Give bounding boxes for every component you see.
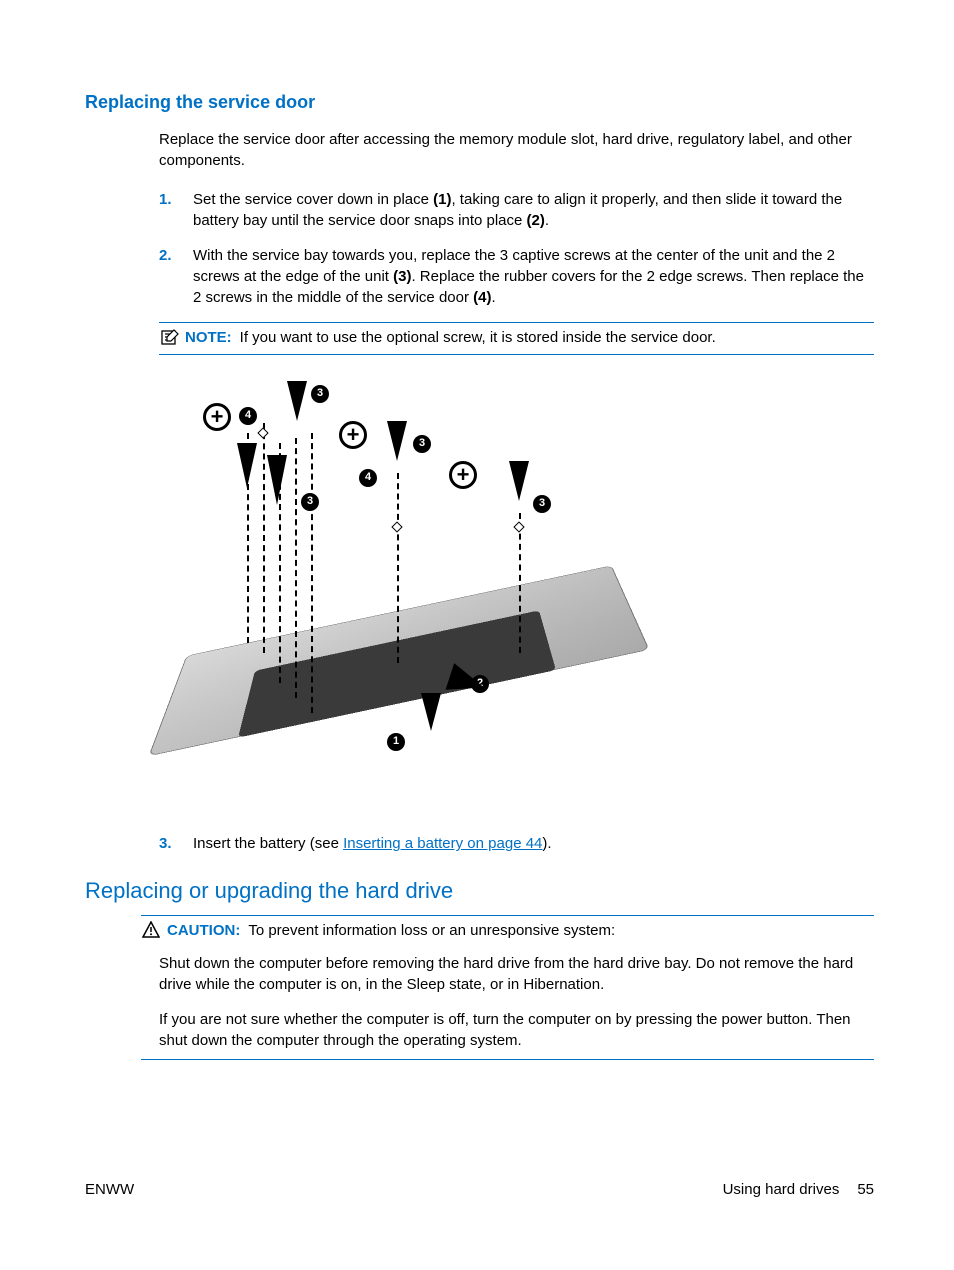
screw-tip [257,428,268,439]
callout-3: 3 [413,435,431,453]
arrow-down-icon [421,693,441,731]
heading-replacing-hard-drive: Replacing or upgrading the hard drive [85,876,874,907]
step-number: 2. [159,245,193,308]
caution-lead-text: To prevent information loss or an unresp… [248,922,615,939]
callout-4: 4 [359,469,377,487]
laptop-illustration [169,484,629,812]
screw-icon: + [339,421,367,449]
caution-paragraph: If you are not sure whether the computer… [159,1009,874,1051]
dashed-line [263,423,265,653]
note-callout: NOTE: If you want to use the optional scr… [159,322,874,355]
ordered-list-continue: 3. Insert the battery (see Inserting a b… [159,833,874,854]
note-text: If you want to use the optional screw, i… [240,329,716,346]
text: ). [542,835,551,852]
caution-label: CAUTION: [167,922,240,939]
footer-section: Using hard drives [723,1179,840,1200]
caution-paragraph: Shut down the computer before removing t… [159,953,874,995]
arrow-down-icon [267,455,287,505]
text: . [545,212,549,229]
step-1: 1. Set the service cover down in place (… [159,189,874,231]
ref: (1) [433,191,451,208]
step-3: 3. Insert the battery (see Inserting a b… [159,833,874,854]
note-icon [159,327,181,347]
callout-3: 3 [301,493,319,511]
ordered-list: 1. Set the service cover down in place (… [159,189,874,308]
service-door-diagram: + + + 3 4 3 4 3 3 2 1 [159,373,629,813]
footer-left: ENWW [85,1179,134,1200]
callout-4: 4 [239,407,257,425]
screw-icon: + [203,403,231,431]
arrow-down-icon [509,461,529,501]
ref: (4) [473,289,491,306]
link-inserting-battery[interactable]: Inserting a battery on page 44 [343,835,542,852]
note-label: NOTE: [185,329,232,346]
screw-tip [391,522,402,533]
ref: (3) [393,268,411,285]
text: . [491,289,495,306]
step-number: 3. [159,833,193,854]
intro-paragraph: Replace the service door after accessing… [159,129,874,171]
arrow-down-icon [387,421,407,461]
step-2: 2. With the service bay towards you, rep… [159,245,874,308]
caution-lead: CAUTION: To prevent information loss or a… [167,920,615,941]
caution-callout: CAUTION: To prevent information loss or a… [141,915,874,1060]
warning-icon [141,920,161,940]
dashed-line [295,438,297,698]
screw-icon: + [449,461,477,489]
dashed-line [519,513,521,653]
heading-replacing-service-door: Replacing the service door [85,90,874,115]
note-content: NOTE: If you want to use the optional scr… [185,327,716,348]
dashed-line [311,433,313,713]
page-footer: ENWW Using hard drives 55 [85,1179,874,1200]
page-number: 55 [857,1179,874,1200]
dashed-line [397,473,399,663]
footer-right: Using hard drives 55 [723,1179,874,1200]
step-number: 1. [159,189,193,231]
step-text: Set the service cover down in place (1),… [193,189,874,231]
text: Set the service cover down in place [193,191,433,208]
step-text: Insert the battery (see Inserting a batt… [193,833,874,854]
arrow-down-icon [287,381,307,421]
text: Insert the battery (see [193,835,343,852]
ref: (2) [527,212,545,229]
caution-header: CAUTION: To prevent information loss or a… [141,920,874,941]
callout-3: 3 [311,385,329,403]
dashed-line [279,443,281,683]
step-text: With the service bay towards you, replac… [193,245,874,308]
dashed-line [247,433,249,643]
